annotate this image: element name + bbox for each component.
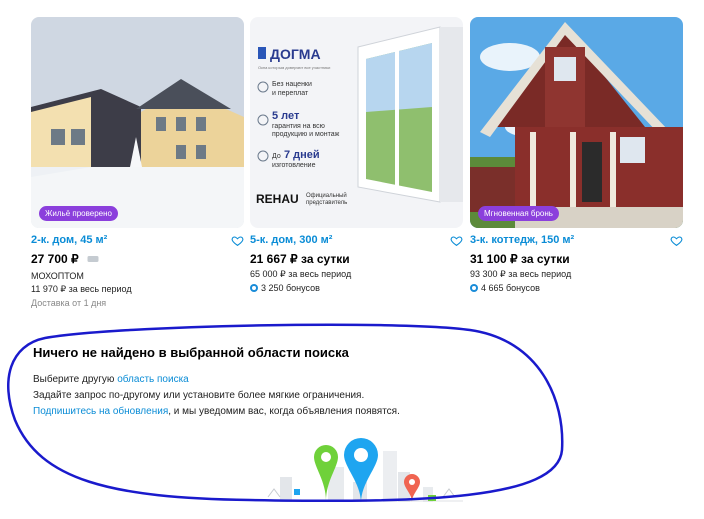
- empty-results-block: Ничего не найдено в выбранной области по…: [33, 345, 553, 420]
- listing-period-price: 65 000 ₽ за весь период: [250, 269, 352, 279]
- bonus-text: 4 665 бонусов: [481, 283, 540, 293]
- empty-hint-2: Задайте запрос по-другому или установите…: [33, 390, 365, 401]
- ad-rep2: представитель: [306, 200, 347, 206]
- window-ad-banner: ДОГМА Окна которым доверяют все участник…: [250, 17, 463, 228]
- listing-price: 21 667 ₽ за сутки: [250, 252, 350, 266]
- listing-title[interactable]: 3-к. коттедж, 150 м²: [470, 234, 683, 246]
- listing-photo[interactable]: Жильё проверено: [31, 17, 244, 228]
- map-pins-illustration: [263, 438, 463, 503]
- listing-card[interactable]: ДОГМА Окна которым доверяют все участник…: [250, 17, 463, 293]
- listing-photo[interactable]: Мгновенная бронь: [470, 17, 683, 228]
- listing-bonus: 4 665 бонусов: [470, 283, 683, 293]
- bonus-icon: [250, 284, 258, 292]
- ad-feature-2b: гарантия на всю: [272, 123, 325, 130]
- car-plate-icon: [87, 255, 99, 262]
- ad-tagline: Окна которым доверяют все участники: [258, 65, 330, 70]
- location-pin-icon: [344, 438, 378, 503]
- heart-icon[interactable]: [450, 234, 463, 247]
- listing-price: 27 700 ₽: [31, 252, 79, 266]
- empty-hint-1-text: Выберите другую: [33, 374, 118, 385]
- instant-booking-badge: Мгновенная бронь: [478, 206, 559, 221]
- listing-price: 31 100 ₽ за сутки: [470, 252, 570, 266]
- cottage-photo: [470, 17, 683, 228]
- verified-badge: Жильё проверено: [39, 206, 118, 221]
- listing-delivery: Доставка от 1 дня: [31, 298, 107, 308]
- listing-card[interactable]: Жильё проверено 2-к. дом, 45 м² 27 700 ₽…: [31, 17, 244, 308]
- empty-hint-3: Подпишитесь на обновления, и мы уведомим…: [33, 404, 553, 420]
- ad-feature-3b: 7 дней: [284, 149, 320, 161]
- empty-results-heading: Ничего не найдено в выбранной области по…: [33, 345, 349, 360]
- ad-feature-2: 5 лет: [272, 110, 300, 122]
- listings-grid: Жильё проверено 2-к. дом, 45 м² 27 700 ₽…: [31, 17, 691, 317]
- listing-photo[interactable]: ДОГМА Окна которым доверяют все участник…: [250, 17, 463, 228]
- ad-brand: ДОГМА: [270, 46, 321, 62]
- listing-period-price: 93 300 ₽ за весь период: [470, 269, 572, 279]
- listing-title[interactable]: 5-к. дом, 300 м²: [250, 234, 463, 246]
- ad-feature-3c: изготовление: [272, 162, 316, 169]
- empty-hint-1: Выберите другую область поиска: [33, 372, 553, 388]
- listing-title[interactable]: 2-к. дом, 45 м²: [31, 234, 244, 246]
- ad-rehau: REHAU: [256, 192, 299, 206]
- listing-card[interactable]: Мгновенная бронь 3-к. коттедж, 150 м² 31…: [470, 17, 683, 293]
- ad-feature-1b: и переплат: [272, 90, 309, 97]
- bonus-icon: [470, 284, 478, 292]
- ad-feature-3: До: [272, 153, 281, 160]
- listing-period-price: 11 970 ₽ за весь период: [31, 284, 132, 294]
- listing-location: МОХОПТОМ: [31, 271, 84, 281]
- heart-icon[interactable]: [231, 234, 244, 247]
- empty-hint-3-text: , и мы уведомим вас, когда объявления по…: [168, 406, 400, 417]
- ad-feature-1: Без наценки: [272, 81, 312, 88]
- ad-rep: Официальный: [306, 192, 347, 199]
- listing-bonus: 3 250 бонусов: [250, 283, 463, 293]
- bonus-text: 3 250 бонусов: [261, 283, 320, 293]
- subscribe-updates-link[interactable]: Подпишитесь на обновления: [33, 406, 168, 417]
- heart-icon[interactable]: [670, 234, 683, 247]
- search-area-link[interactable]: область поиска: [117, 374, 189, 385]
- ad-feature-2c: продукцию и монтаж: [272, 131, 340, 138]
- house-photo-winter: [31, 17, 244, 228]
